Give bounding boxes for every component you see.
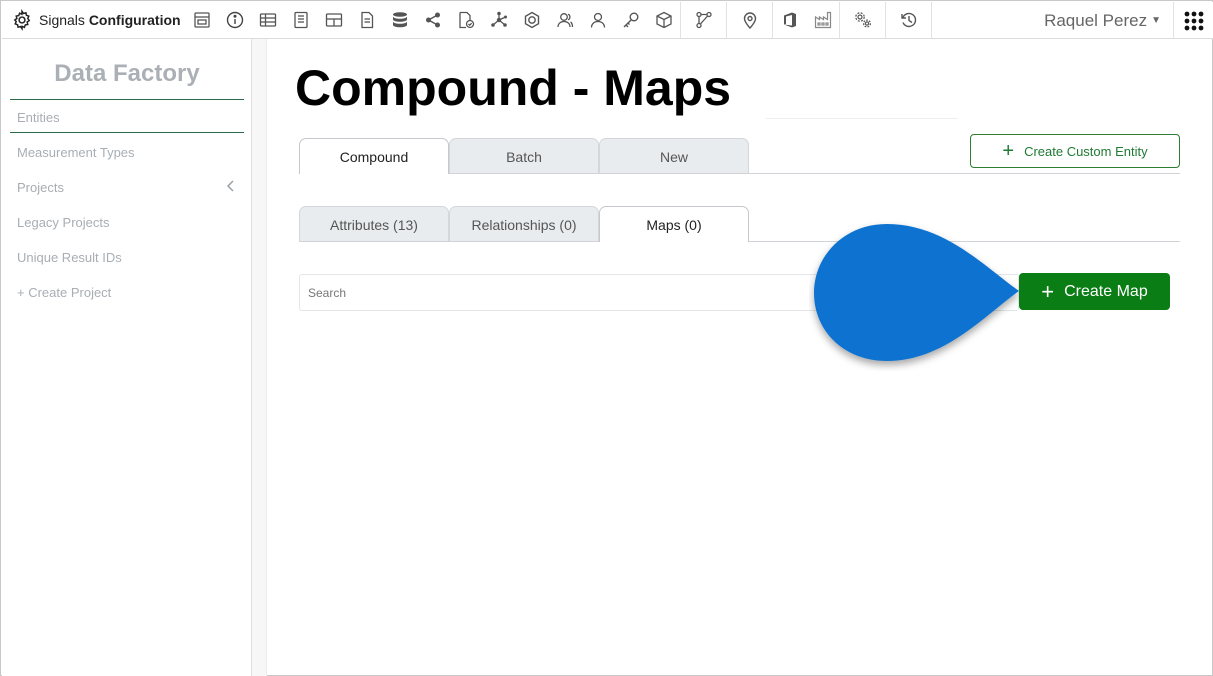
sidebar-divider [10, 99, 244, 100]
cube-icon[interactable] [647, 2, 680, 39]
info-icon[interactable] [218, 2, 251, 39]
tab-batch[interactable]: Batch [449, 138, 599, 174]
app-window: Signals Configuration Raquel Perez ▼ Dat… [0, 0, 1213, 676]
entity-tabs: Compound Batch New [299, 138, 749, 174]
tab-compound[interactable]: Compound [299, 138, 449, 174]
create-map-button[interactable]: + Create Map [1019, 273, 1170, 310]
sidebar-divider [10, 132, 244, 133]
tab-maps[interactable]: Maps (0) [599, 206, 749, 242]
sidebar-item-legacy-projects[interactable]: Legacy Projects [17, 215, 110, 230]
brand[interactable]: Signals Configuration [2, 2, 185, 38]
plus-icon: + [1041, 278, 1055, 304]
notebook-icon[interactable] [284, 2, 317, 39]
page-title: Compound - Maps [295, 60, 732, 116]
user-icon[interactable] [581, 2, 614, 39]
tab-relationships[interactable]: Relationships (0) [449, 206, 599, 242]
office-icon[interactable] [773, 2, 806, 39]
document-icon[interactable] [350, 2, 383, 39]
sidebar-gutter [252, 39, 267, 676]
brand-name-light: Signals [39, 12, 85, 28]
sidebar-item-create-project[interactable]: + Create Project [17, 285, 111, 300]
sidebar-item-projects[interactable]: Projects [17, 180, 64, 195]
file-check-icon[interactable] [449, 2, 482, 39]
sidebar-item-entities[interactable]: Entities [17, 110, 60, 125]
sidebar-title: Data Factory [54, 60, 200, 87]
user-name: Raquel Perez [1044, 10, 1148, 30]
brand-name: Signals Configuration [39, 12, 181, 28]
database-icon[interactable] [383, 2, 416, 39]
factory-icon[interactable] [806, 2, 839, 39]
molecule-icon[interactable] [482, 2, 515, 39]
location-icon[interactable] [727, 2, 772, 39]
callout-pointer-icon [814, 224, 1019, 361]
sidebar: Data Factory Entities Measurement Types … [2, 39, 252, 676]
title-underline [766, 118, 958, 119]
grid-icon[interactable] [317, 2, 350, 39]
layout-icon[interactable] [185, 2, 218, 39]
brand-name-bold: Configuration [88, 12, 181, 28]
user-menu[interactable]: Raquel Perez ▼ [1044, 2, 1161, 39]
chevron-left-icon[interactable] [224, 179, 238, 193]
apps-grid-icon[interactable] [1173, 2, 1213, 39]
toolbar-icons [185, 1, 932, 39]
tab-new[interactable]: New [599, 138, 749, 174]
users-icon[interactable] [548, 2, 581, 39]
top-navbar: Signals Configuration Raquel Perez ▼ [2, 1, 1213, 39]
workflow-icon[interactable] [681, 2, 726, 39]
create-custom-entity-button[interactable]: + Create Custom Entity [970, 134, 1180, 168]
create-map-label: Create Map [1064, 282, 1148, 300]
sidebar-item-unique-result-ids[interactable]: Unique Result IDs [17, 250, 122, 265]
plus-icon: + [1002, 140, 1015, 162]
history-icon[interactable] [886, 2, 931, 39]
sidebar-item-measurement-types[interactable]: Measurement Types [17, 145, 135, 160]
caret-down-icon: ▼ [1151, 15, 1161, 26]
ai-icon[interactable] [515, 2, 548, 39]
gear-icon [13, 9, 31, 31]
toolbar-separator [931, 1, 932, 39]
share-icon[interactable] [416, 2, 449, 39]
key-icon[interactable] [614, 2, 647, 39]
tab-attributes[interactable]: Attributes (13) [299, 206, 449, 242]
sub-tabs: Attributes (13) Relationships (0) Maps (… [299, 206, 749, 242]
settings-icon[interactable] [840, 2, 885, 39]
table-icon[interactable] [251, 2, 284, 39]
create-custom-entity-label: Create Custom Entity [1024, 143, 1148, 159]
